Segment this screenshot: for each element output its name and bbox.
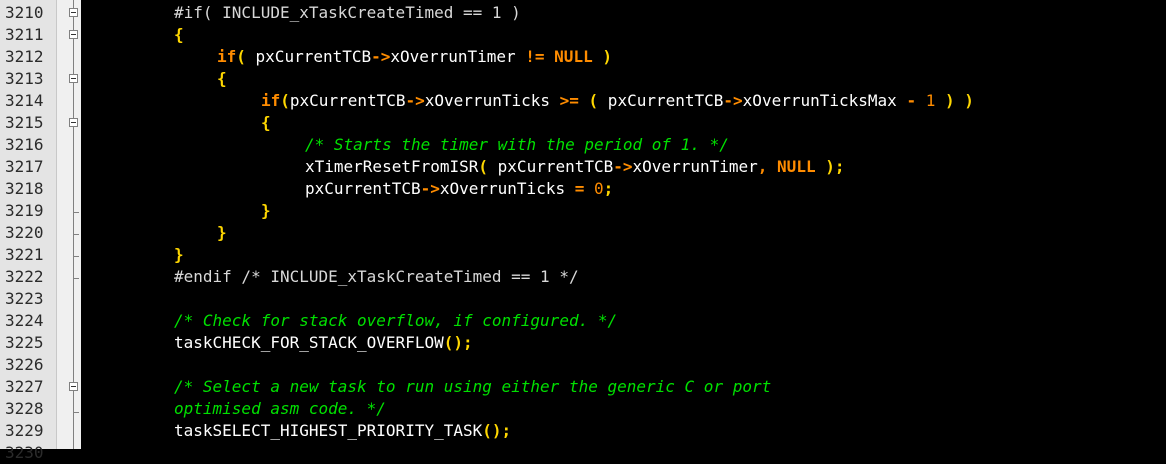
line-number: 3218 <box>5 179 44 198</box>
fold-toggle-icon[interactable] <box>69 8 78 17</box>
paren: () <box>443 333 463 352</box>
code-line-3221: } <box>174 245 184 264</box>
code-line-3212: if( pxCurrentTCB->xOverrunTimer != NULL … <box>217 46 612 68</box>
fold-end-icon <box>73 256 79 257</box>
line-number: 3219 <box>5 201 44 220</box>
line-number: 3220 <box>5 223 44 242</box>
paren: ) <box>592 47 612 66</box>
code-area[interactable]: #if( INCLUDE_xTaskCreateTimed == 1 ) { i… <box>82 0 1166 449</box>
code-line-3220: } <box>217 223 227 242</box>
line-number: 3211 <box>5 25 44 44</box>
code-line-3227: /* Select a new task to run using either… <box>174 377 772 396</box>
identifier: xOverrunTicks <box>439 179 575 198</box>
code-line-3225: taskCHECK_FOR_STACK_OVERFLOW(); <box>174 332 473 354</box>
semicolon: ; <box>603 179 614 198</box>
line-number: 3213 <box>5 69 44 88</box>
paren: ( <box>280 91 290 110</box>
fold-end-icon <box>73 278 79 279</box>
line-number: 3221 <box>5 245 44 264</box>
fold-toggle-icon[interactable] <box>69 118 78 127</box>
line-number: 3214 <box>5 91 44 110</box>
fold-end-icon <box>73 412 79 413</box>
line-number: 3229 <box>5 421 44 440</box>
identifier: pxCurrentTCB <box>289 91 406 110</box>
code-editor[interactable]: 3210 3211 3212 3213 3214 3215 3216 3217 … <box>0 0 1166 462</box>
operator: = <box>574 179 585 198</box>
code-line-3222: #endif /* INCLUDE_xTaskCreateTimed == 1 … <box>174 267 579 286</box>
identifier: xOverrunTicks <box>424 91 560 110</box>
paren: ); <box>815 157 845 176</box>
line-number: 3210 <box>5 3 44 22</box>
number: 1 <box>916 91 936 110</box>
paren: ( <box>236 47 246 66</box>
line-number: 3215 <box>5 113 44 132</box>
comma: , <box>757 157 768 176</box>
identifier: pxCurrentTCB <box>245 47 372 66</box>
function-name: xTimerResetFromISR <box>305 157 479 176</box>
line-number: 3224 <box>5 311 44 330</box>
arrow-operator: -> <box>405 91 425 110</box>
fold-toggle-icon[interactable] <box>69 30 78 39</box>
code-line-3229: taskSELECT_HIGHEST_PRIORITY_TASK(); <box>174 420 511 442</box>
paren: ( <box>478 157 489 176</box>
line-number-gutter: 3210 3211 3212 3213 3214 3215 3216 3217 … <box>0 0 57 462</box>
code-line-3213: { <box>217 69 227 88</box>
keyword: if <box>217 47 237 66</box>
null-keyword: NULL <box>554 47 593 66</box>
paren: () <box>482 421 502 440</box>
line-number: 3217 <box>5 157 44 176</box>
code-line-3210: #if( INCLUDE_xTaskCreateTimed == 1 ) <box>174 3 521 22</box>
operator: >= <box>559 91 579 110</box>
line-number: 3212 <box>5 47 44 66</box>
arrow-operator: -> <box>613 157 633 176</box>
semicolon: ; <box>501 421 512 440</box>
code-line-3215: { <box>261 113 271 132</box>
fold-toggle-icon[interactable] <box>69 382 78 391</box>
line-number: 3226 <box>5 355 44 374</box>
line-number: 3223 <box>5 289 44 308</box>
identifier: pxCurrentTCB <box>598 91 724 110</box>
line-number: 3228 <box>5 399 44 418</box>
semicolon: ; <box>462 333 473 352</box>
paren: ( <box>588 91 599 110</box>
fold-end-icon <box>73 212 79 213</box>
function-name: taskCHECK_FOR_STACK_OVERFLOW <box>174 333 444 352</box>
number: 0 <box>584 179 604 198</box>
code-line-3216: /* Starts the timer with the period of 1… <box>305 135 729 154</box>
identifier: xOverrunTimer <box>390 47 526 66</box>
line-number: 3222 <box>5 267 44 286</box>
line-number: 3227 <box>5 377 44 396</box>
arrow-operator: -> <box>371 47 391 66</box>
code-line-3224: /* Check for stack overflow, if configur… <box>174 311 618 330</box>
operator: != <box>525 47 545 66</box>
arrow-operator: -> <box>420 179 440 198</box>
line-number: 3225 <box>5 333 44 352</box>
identifier: xOverrunTicksMax <box>742 91 907 110</box>
keyword: if <box>261 91 281 110</box>
function-name: taskSELECT_HIGHEST_PRIORITY_TASK <box>174 421 483 440</box>
arrow-operator: -> <box>723 91 743 110</box>
fold-end-icon <box>73 234 79 235</box>
code-line-3211: { <box>174 25 184 44</box>
fold-toggle-icon[interactable] <box>69 74 78 83</box>
identifier: xOverrunTimer <box>632 157 758 176</box>
line-number: 3230 <box>5 443 44 462</box>
paren: ) ) <box>935 91 974 110</box>
code-line-3218: pxCurrentTCB->xOverrunTicks = 0; <box>305 178 613 200</box>
null-keyword: NULL <box>777 157 816 176</box>
code-line-3214: if(pxCurrentTCB->xOverrunTicks >= ( pxCu… <box>261 90 974 112</box>
code-line-3228: optimised asm code. */ <box>174 399 386 418</box>
identifier: pxCurrentTCB <box>488 157 614 176</box>
operator: - <box>906 91 917 110</box>
line-number: 3216 <box>5 135 44 154</box>
code-line-3217: xTimerResetFromISR( pxCurrentTCB->xOverr… <box>305 156 844 178</box>
identifier: pxCurrentTCB <box>305 179 421 198</box>
code-line-3219: } <box>261 201 271 220</box>
